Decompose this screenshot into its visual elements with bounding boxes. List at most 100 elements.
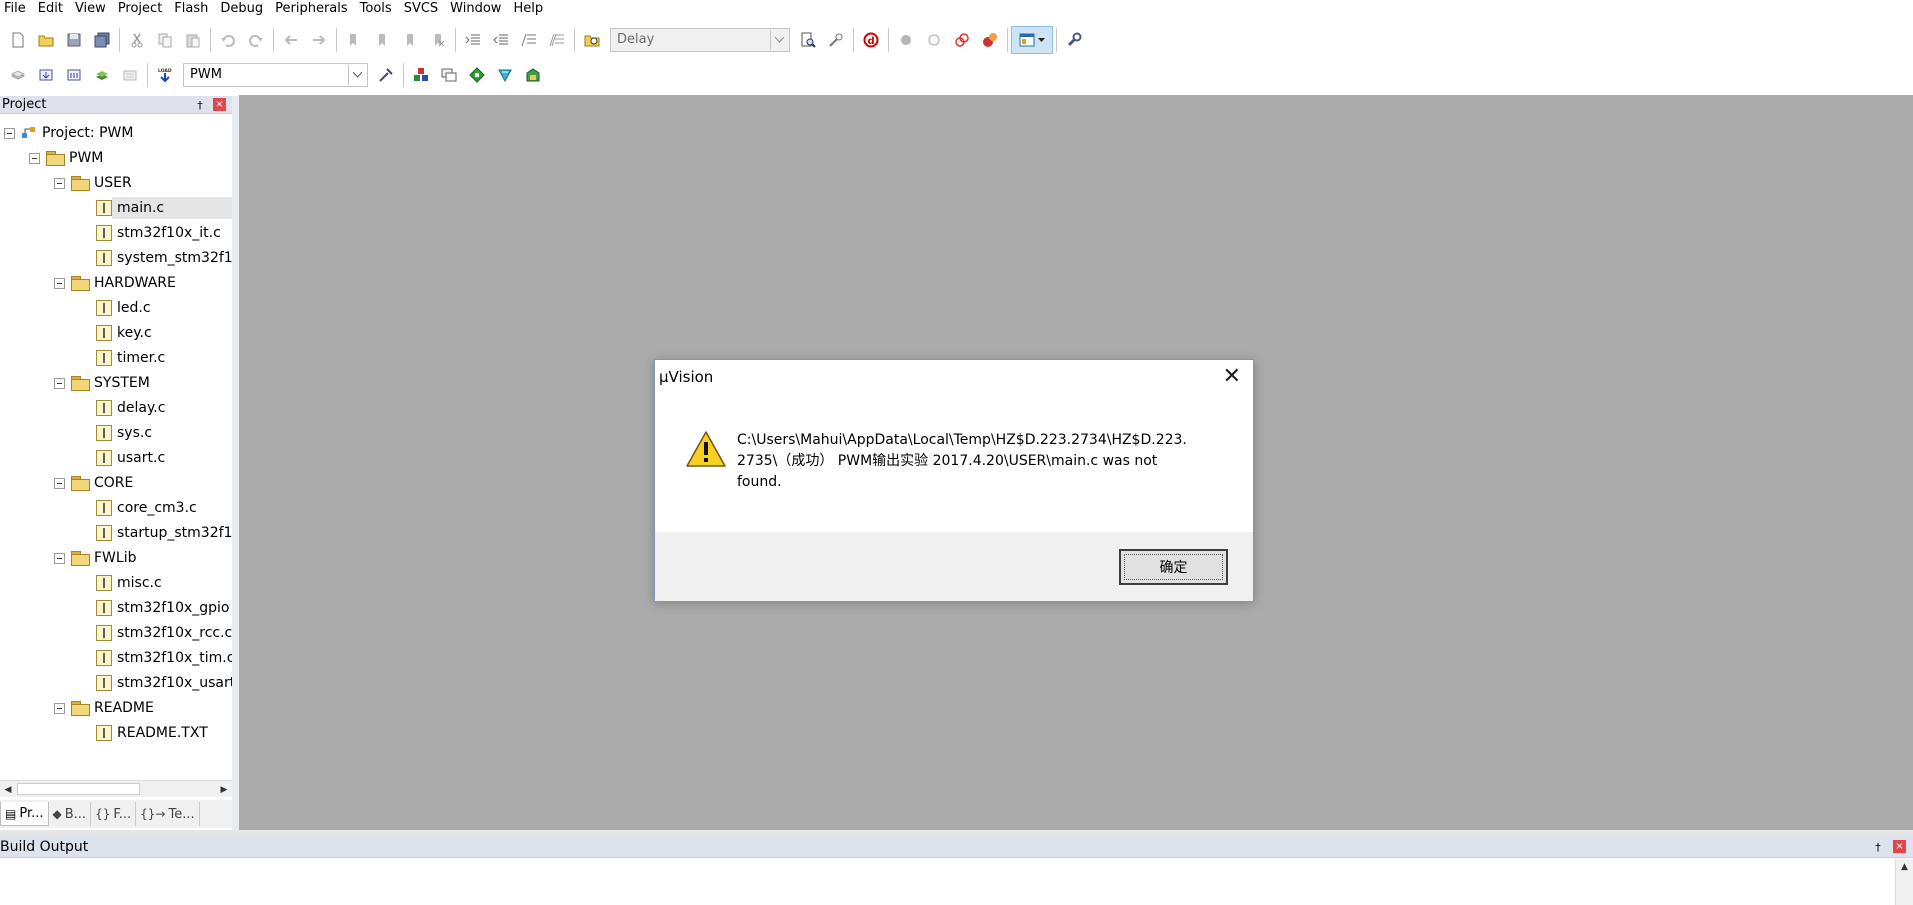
tree-group[interactable]: SYSTEM (54, 372, 150, 394)
batch-build-button[interactable] (88, 61, 116, 89)
collapse-toggle[interactable] (54, 702, 65, 714)
tree-group[interactable]: CORE (54, 472, 133, 494)
bookmark-clear-button[interactable] (424, 26, 452, 54)
tree-file[interactable]: key.c (96, 322, 232, 344)
save-button[interactable] (60, 26, 88, 54)
find-in-files-button[interactable] (578, 26, 606, 54)
incremental-find-button[interactable] (822, 26, 850, 54)
menu-file[interactable]: File (4, 0, 34, 18)
project-hscrollbar[interactable]: ◀ ▶ (0, 780, 232, 797)
find-button[interactable] (794, 26, 822, 54)
collapse-toggle[interactable] (4, 127, 15, 139)
configure-button[interactable] (1060, 26, 1088, 54)
target-options-button[interactable] (372, 61, 400, 89)
stop-build-button[interactable] (116, 61, 144, 89)
breakpoint-enable-button[interactable] (920, 26, 948, 54)
ok-button[interactable]: 确定 (1119, 549, 1228, 585)
collapse-toggle[interactable] (54, 177, 65, 189)
tree-file[interactable]: core_cm3.c (96, 497, 232, 519)
build-output-pane[interactable]: ▲ (0, 859, 1913, 905)
menu-project[interactable]: Project (114, 0, 170, 18)
tree-group[interactable]: USER (54, 172, 132, 194)
window-layout-button[interactable] (1011, 26, 1053, 54)
breakpoint-kill-button[interactable] (976, 26, 1004, 54)
dialog-close-button[interactable]: ✕ (1223, 364, 1241, 390)
scroll-right-icon[interactable]: ▶ (216, 782, 232, 797)
tree-group[interactable]: FWLib (54, 547, 136, 569)
close-icon[interactable]: × (1893, 840, 1906, 853)
tree-file[interactable]: stm32f10x_it.c (96, 222, 232, 244)
close-icon[interactable]: × (213, 98, 226, 111)
tree-file[interactable]: README.TXT (96, 722, 232, 744)
find-combo[interactable]: Delay (610, 28, 790, 52)
collapse-toggle[interactable] (54, 377, 65, 389)
undo-button[interactable] (214, 26, 242, 54)
bookmark-prev-button[interactable] (368, 26, 396, 54)
tree-file[interactable]: delay.c (96, 397, 232, 419)
pack-installer-button[interactable] (463, 61, 491, 89)
tree-file[interactable]: startup_stm32f1 (96, 522, 232, 544)
uncomment-button[interactable] (543, 26, 571, 54)
paste-button[interactable] (179, 26, 207, 54)
tree-file[interactable]: led.c (96, 297, 232, 319)
tree-file[interactable]: main.c (96, 197, 232, 219)
collapse-toggle[interactable] (54, 277, 65, 289)
collapse-toggle[interactable] (54, 477, 65, 489)
menu-svcs[interactable]: SVCS (400, 0, 446, 18)
menu-help[interactable]: Help (509, 0, 551, 18)
download-button[interactable]: LOAD (151, 61, 179, 89)
scroll-left-icon[interactable]: ◀ (0, 782, 16, 797)
tab-books[interactable]: ◆ B... (49, 802, 92, 826)
cut-button[interactable] (123, 26, 151, 54)
new-file-button[interactable] (4, 26, 32, 54)
tree-file[interactable]: stm32f10x_gpio (96, 597, 232, 619)
unindent-button[interactable] (487, 26, 515, 54)
manage-components-button[interactable] (407, 61, 435, 89)
menu-edit[interactable]: Edit (34, 0, 71, 18)
manage-rte-button[interactable] (491, 61, 519, 89)
pin-icon[interactable]: † (194, 99, 206, 112)
target-combo[interactable]: PWM (183, 63, 368, 87)
open-file-button[interactable] (32, 26, 60, 54)
comment-button[interactable] (515, 26, 543, 54)
tree-file[interactable]: timer.c (96, 347, 232, 369)
tab-templates[interactable]: {}→ Te... (136, 802, 200, 826)
tab-project[interactable]: ▤ Pr... (0, 802, 49, 826)
menu-peripherals[interactable]: Peripherals (271, 0, 356, 18)
build-output-vscrollbar[interactable]: ▲ (1895, 859, 1913, 905)
menu-debug[interactable]: Debug (216, 0, 271, 18)
chevron-down-icon[interactable] (770, 30, 788, 50)
bookmark-next-button[interactable] (396, 26, 424, 54)
debug-session-button[interactable]: d (857, 26, 885, 54)
select-pack-button[interactable] (435, 61, 463, 89)
tree-file[interactable]: system_stm32f1 (96, 247, 232, 269)
copy-button[interactable] (151, 26, 179, 54)
tree-group[interactable]: README (54, 697, 154, 719)
collapse-toggle[interactable] (29, 152, 40, 164)
menu-tools[interactable]: Tools (356, 0, 400, 18)
redo-button[interactable] (242, 26, 270, 54)
pin-icon[interactable]: † (1872, 841, 1884, 854)
menu-flash[interactable]: Flash (170, 0, 216, 18)
tree-file[interactable]: misc.c (96, 572, 232, 594)
bookmark-button[interactable] (340, 26, 368, 54)
scroll-thumb[interactable] (17, 783, 140, 795)
breakpoint-insert-button[interactable] (892, 26, 920, 54)
menu-window[interactable]: Window (446, 0, 509, 18)
tree-root[interactable]: Project: PWM (4, 122, 133, 144)
collapse-toggle[interactable] (54, 552, 65, 564)
rebuild-button[interactable] (60, 61, 88, 89)
tree-target[interactable]: PWM (29, 147, 103, 169)
panel-splitter[interactable] (232, 96, 239, 830)
menu-view[interactable]: View (71, 0, 114, 18)
translate-button[interactable] (4, 61, 32, 89)
indent-button[interactable] (459, 26, 487, 54)
build-button[interactable] (32, 61, 60, 89)
tree-file[interactable]: usart.c (96, 447, 232, 469)
scroll-up-icon[interactable]: ▲ (1896, 862, 1913, 872)
navigate-back-button[interactable] (277, 26, 305, 54)
breakpoint-disable-button[interactable] (948, 26, 976, 54)
tree-file[interactable]: sys.c (96, 422, 232, 444)
file-extensions-button[interactable] (519, 61, 547, 89)
tree-file[interactable]: stm32f10x_rcc.c (96, 622, 232, 644)
